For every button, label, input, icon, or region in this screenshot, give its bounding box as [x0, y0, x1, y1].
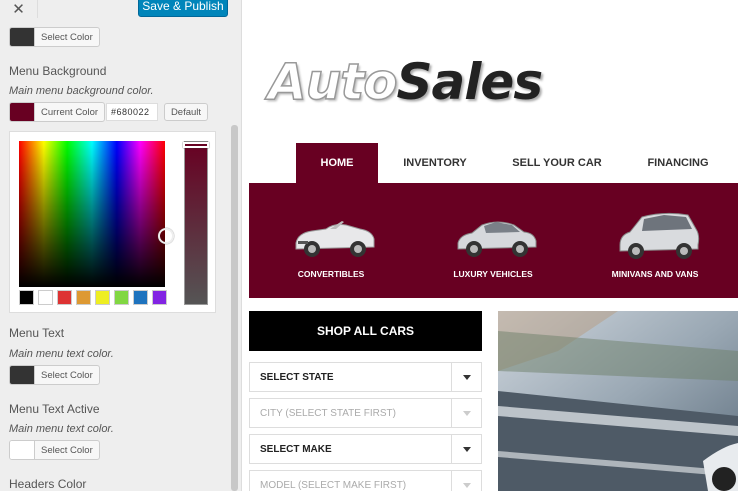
lightness-slider[interactable]: [183, 141, 209, 305]
hero-image: [498, 311, 738, 491]
current-color-label: Current Color: [41, 106, 99, 118]
close-icon[interactable]: ✕: [0, 0, 38, 18]
saturation-square[interactable]: [19, 141, 174, 287]
hero-road-image: [498, 311, 738, 491]
palette-swatch[interactable]: [19, 290, 34, 305]
category-bar: CONVERTIBLES LUXURY VEHICLES MINIVANS AN…: [249, 183, 738, 298]
select-color-label: Select Color: [41, 444, 93, 456]
select-make-label: SELECT MAKE: [260, 444, 332, 455]
menu-text-active-color-button[interactable]: Select Color: [9, 440, 100, 460]
menu-background-title: Menu Background: [9, 64, 107, 78]
select-model-dropdown[interactable]: MODEL (SELECT MAKE FIRST): [249, 470, 482, 491]
select-city-label: CITY (SELECT STATE FIRST): [260, 408, 396, 419]
logo-auto-text: Auto: [267, 52, 398, 112]
chevron-down-icon: [451, 435, 481, 463]
category-convertibles[interactable]: CONVERTIBLES: [256, 183, 406, 298]
hex-color-input[interactable]: [106, 103, 158, 121]
convertible-car-icon: [295, 221, 375, 257]
main-nav: HOME INVENTORY SELL YOUR CAR FINANCING: [296, 143, 734, 183]
select-color-label: Select Color: [41, 369, 93, 381]
minivan-car-icon: [619, 212, 700, 259]
palette-swatch[interactable]: [152, 290, 167, 305]
sedan-car-icon: [457, 221, 537, 257]
category-luxury-vehicles[interactable]: LUXURY VEHICLES: [418, 183, 568, 298]
menu-text-desc: Main menu text color.: [9, 348, 114, 360]
palette-swatch[interactable]: [38, 290, 53, 305]
customizer-panel: ✕ Save & Publish Select Color Menu Backg…: [0, 0, 242, 491]
current-color-button[interactable]: Current Color: [9, 102, 106, 122]
save-publish-button[interactable]: Save & Publish: [138, 0, 228, 17]
saturation-handle[interactable]: [158, 228, 174, 244]
color-palette: [19, 290, 167, 305]
category-minivans[interactable]: MINIVANS AND VANS: [580, 183, 730, 298]
color-swatch: [10, 441, 35, 459]
current-color-swatch: [10, 103, 35, 121]
category-label: LUXURY VEHICLES: [453, 269, 533, 279]
nav-home[interactable]: HOME: [296, 143, 378, 183]
palette-swatch[interactable]: [95, 290, 110, 305]
chevron-down-icon: [451, 399, 481, 427]
select-color-button-top[interactable]: Select Color: [9, 27, 100, 47]
chevron-down-icon: [451, 471, 481, 491]
menu-text-active-desc: Main menu text color.: [9, 423, 114, 435]
category-label: MINIVANS AND VANS: [611, 269, 699, 279]
select-state-label: SELECT STATE: [260, 372, 334, 383]
nav-inventory[interactable]: INVENTORY: [378, 143, 492, 183]
lightness-slider-handle[interactable]: [183, 142, 209, 148]
palette-swatch[interactable]: [133, 290, 148, 305]
menu-text-active-title: Menu Text Active: [9, 402, 100, 416]
menu-text-title: Menu Text: [9, 326, 65, 340]
select-color-label: Select Color: [41, 31, 93, 43]
default-button[interactable]: Default: [164, 103, 208, 121]
category-label: CONVERTIBLES: [297, 269, 365, 279]
color-swatch: [10, 366, 35, 384]
color-swatch: [10, 28, 35, 46]
select-state-dropdown[interactable]: SELECT STATE: [249, 362, 482, 392]
palette-swatch[interactable]: [76, 290, 91, 305]
nav-sell-your-car[interactable]: SELL YOUR CAR: [492, 143, 622, 183]
color-picker: [9, 131, 216, 313]
select-make-dropdown[interactable]: SELECT MAKE: [249, 434, 482, 464]
chevron-down-icon: [451, 363, 481, 391]
shop-all-cars-button[interactable]: SHOP ALL CARS: [249, 311, 482, 351]
nav-financing[interactable]: FINANCING: [622, 143, 734, 183]
palette-swatch[interactable]: [57, 290, 72, 305]
palette-swatch[interactable]: [114, 290, 129, 305]
site-preview: AutoSales HOME INVENTORY SELL YOUR CAR F…: [243, 0, 738, 491]
autosales-logo[interactable]: AutoSales: [267, 52, 544, 112]
logo-sales-text: Sales: [396, 53, 544, 111]
select-model-label: MODEL (SELECT MAKE FIRST): [260, 480, 407, 491]
select-city-dropdown[interactable]: CITY (SELECT STATE FIRST): [249, 398, 482, 428]
headers-color-title: Headers Color: [9, 477, 87, 491]
panel-header: ✕ Save & Publish: [0, 0, 241, 20]
menu-text-color-button[interactable]: Select Color: [9, 365, 100, 385]
menu-background-desc: Main menu background color.: [9, 85, 154, 97]
panel-scrollbar[interactable]: [231, 125, 238, 491]
